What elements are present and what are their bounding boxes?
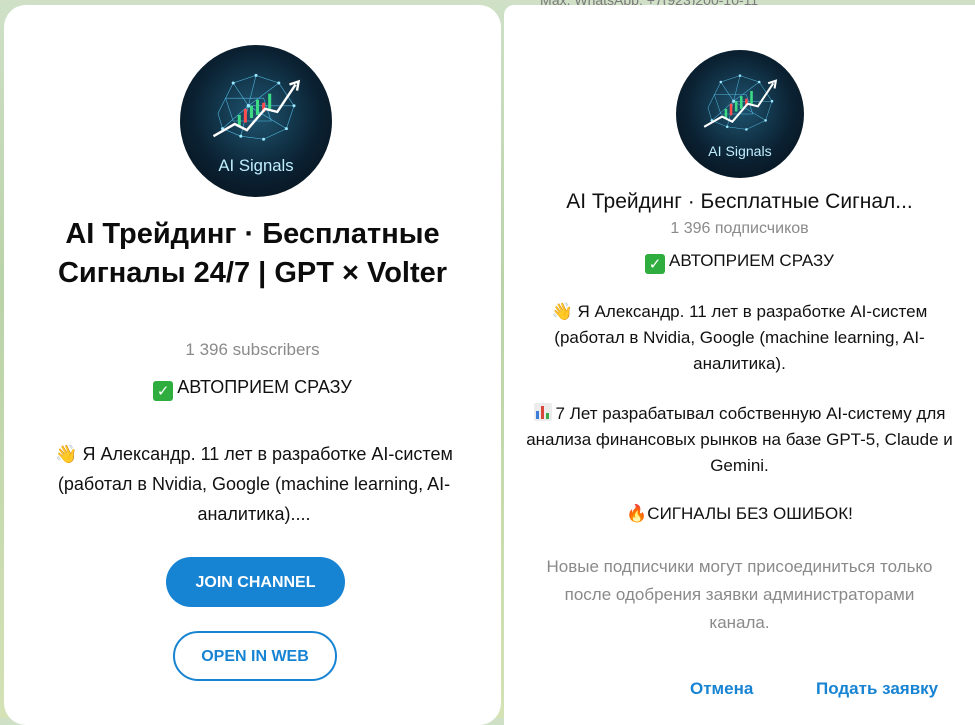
auto-accept-line: ✓ АВТОПРИЕМ СРАЗУ [4, 377, 501, 401]
channel-avatar: AI Signals [676, 50, 804, 178]
svg-text:AI Signals: AI Signals [218, 156, 293, 175]
channel-preview-card: AI Signals AI Трейдинг · Бесплатные Сигн… [4, 5, 501, 725]
channel-description: 👋 Я Александр. 11 лет в разработке AI-си… [55, 444, 453, 524]
channel-title: AI Трейдинг · Бесплатные Сигналы 24/7 | … [57, 218, 448, 289]
check-mark-icon: ✓ [153, 381, 174, 401]
approval-note: Новые подписчики могут присоединиться то… [546, 557, 933, 632]
channel-title: AI Трейдинг · Бесплатные Сигнал... [566, 190, 913, 213]
open-in-web-button[interactable]: OPEN IN WEB [173, 631, 337, 681]
description-paragraph-1: 👋 Я Александр. 11 лет в разработке AI-си… [551, 302, 928, 373]
auto-accept-line: ✓ АВТОПРИЕМ СРАЗУ [504, 251, 975, 274]
svg-text:AI Signals: AI Signals [708, 143, 771, 159]
submit-request-button[interactable]: Подать заявку [816, 679, 938, 699]
bar-chart-icon [533, 403, 552, 421]
auto-accept-text: АВТОПРИЕМ СРАЗУ [177, 377, 352, 397]
description-paragraph-3: 🔥СИГНАЛЫ БЕЗ ОШИБОК! [626, 504, 853, 523]
check-mark-icon: ✓ [645, 254, 666, 274]
subscriber-count: 1 396 подписчиков [670, 220, 809, 237]
subscriber-count: 1 396 subscribers [185, 340, 320, 359]
description-paragraph-2: 7 Лет разрабатывал собственную AI-систем… [524, 401, 955, 479]
channel-avatar: AI Signals [180, 45, 332, 197]
cancel-button[interactable]: Отмена [690, 679, 753, 699]
auto-accept-text: АВТОПРИЕМ СРАЗУ [669, 251, 834, 270]
avatar-brain-chart-icon: AI Signals [703, 74, 778, 159]
join-request-dialog: AI Signals AI Трейдинг · Бесплатные Сигн… [504, 5, 975, 725]
description-paragraph-2-text: 7 Лет разрабатывал собственную AI-систем… [526, 404, 953, 475]
avatar-brain-chart-icon: AI Signals [212, 73, 301, 175]
join-channel-button[interactable]: JOIN CHANNEL [166, 557, 345, 607]
